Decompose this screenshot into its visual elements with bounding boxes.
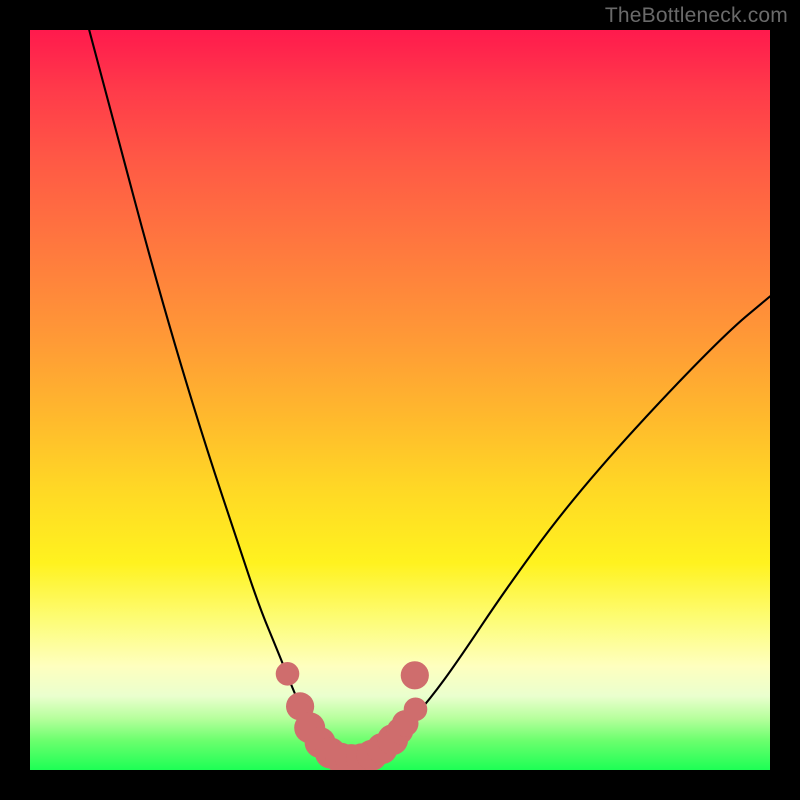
highlight-dot [401, 661, 429, 689]
plot-area [30, 30, 770, 770]
chart-frame: TheBottleneck.com [0, 0, 800, 800]
marker-group [276, 661, 429, 770]
highlight-dot [276, 662, 300, 686]
bottleneck-curve [30, 30, 770, 770]
curve-path [89, 30, 770, 760]
highlight-dot [404, 698, 428, 722]
watermark-text: TheBottleneck.com [605, 4, 788, 28]
